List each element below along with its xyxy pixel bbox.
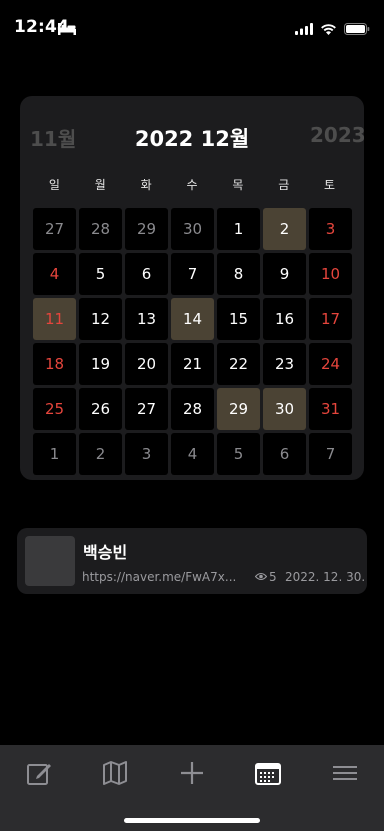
day-cell[interactable]: 15 — [217, 298, 260, 340]
weekday-mon: 월 — [94, 178, 106, 192]
post-list-item[interactable]: 백승빈 https://naver.me/FwA7x... 5 2022. 12… — [17, 528, 367, 594]
status-icons — [295, 20, 370, 39]
day-cell[interactable]: 16 — [263, 298, 306, 340]
post-thumbnail — [25, 536, 75, 586]
plus-icon[interactable] — [178, 759, 206, 787]
eye-icon — [254, 570, 268, 584]
map-icon[interactable] — [101, 759, 129, 787]
day-cell[interactable]: 30 — [171, 208, 214, 250]
wifi-icon — [320, 20, 337, 39]
day-cell[interactable]: 26 — [79, 388, 122, 430]
post-title: 백승빈 — [83, 543, 128, 562]
day-cell[interactable]: 20 — [125, 343, 168, 385]
day-cell[interactable]: 27 — [33, 208, 76, 250]
day-cell[interactable]: 17 — [309, 298, 352, 340]
day-cell[interactable]: 21 — [171, 343, 214, 385]
day-cell[interactable]: 30 — [263, 388, 306, 430]
day-cell[interactable]: 8 — [217, 253, 260, 295]
day-cell[interactable]: 6 — [263, 433, 306, 475]
day-cell[interactable]: 27 — [125, 388, 168, 430]
weekday-sun: 일 — [48, 178, 60, 192]
day-grid: 27 28 29 30 1 2 3 4 5 6 7 8 9 10 11 12 13 14 15 16 17 18 19 20 2… — [33, 208, 352, 475]
day-cell[interactable]: 5 — [79, 253, 122, 295]
weekday-header: 일 월 화 수 목 금 토 — [33, 176, 351, 193]
day-cell[interactable]: 29 — [217, 388, 260, 430]
day-cell[interactable]: 2 — [79, 433, 122, 475]
day-cell[interactable]: 5 — [217, 433, 260, 475]
post-date: 2022. 12. 30. — [285, 570, 366, 584]
status-bar: 12:44 — [0, 0, 384, 54]
weekday-fri: 금 — [278, 178, 290, 192]
day-cell[interactable]: 11 — [33, 298, 76, 340]
cellular-signal-icon — [295, 20, 313, 39]
calendar-card: 11월 2022 12월 2023 일 월 화 수 목 금 토 27 28 29 30… — [20, 96, 364, 480]
day-cell[interactable]: 10 — [309, 253, 352, 295]
weekday-wed: 수 — [186, 178, 198, 192]
day-cell[interactable]: 19 — [79, 343, 122, 385]
day-cell[interactable]: 23 — [263, 343, 306, 385]
day-cell[interactable]: 14 — [171, 298, 214, 340]
day-cell[interactable]: 4 — [171, 433, 214, 475]
day-cell[interactable]: 18 — [33, 343, 76, 385]
bed-icon — [58, 20, 76, 39]
day-cell[interactable]: 9 — [263, 253, 306, 295]
day-cell[interactable]: 7 — [309, 433, 352, 475]
day-cell[interactable]: 3 — [309, 208, 352, 250]
day-cell[interactable]: 28 — [79, 208, 122, 250]
day-cell[interactable]: 22 — [217, 343, 260, 385]
day-cell[interactable]: 28 — [171, 388, 214, 430]
day-cell[interactable]: 4 — [33, 253, 76, 295]
menu-icon[interactable] — [331, 759, 359, 787]
day-cell[interactable]: 7 — [171, 253, 214, 295]
post-views: 5 — [254, 570, 277, 584]
day-cell[interactable]: 12 — [79, 298, 122, 340]
weekday-tue: 화 — [140, 178, 152, 192]
post-view-count: 5 — [269, 570, 277, 584]
day-cell[interactable]: 2 — [263, 208, 306, 250]
day-cell[interactable]: 24 — [309, 343, 352, 385]
post-url: https://naver.me/FwA7x... — [82, 570, 237, 584]
day-cell[interactable]: 25 — [33, 388, 76, 430]
day-cell[interactable]: 1 — [33, 433, 76, 475]
day-cell[interactable]: 6 — [125, 253, 168, 295]
next-month-label[interactable]: 2023 — [310, 123, 364, 147]
weekday-thu: 목 — [232, 178, 244, 192]
day-cell[interactable]: 29 — [125, 208, 168, 250]
day-cell[interactable]: 13 — [125, 298, 168, 340]
month-header[interactable]: 11월 2022 12월 2023 — [20, 96, 364, 172]
day-cell[interactable]: 3 — [125, 433, 168, 475]
home-indicator — [124, 818, 260, 823]
day-cell[interactable]: 1 — [217, 208, 260, 250]
calendar-icon[interactable] — [254, 759, 282, 787]
day-cell[interactable]: 31 — [309, 388, 352, 430]
write-icon[interactable] — [25, 759, 53, 787]
battery-icon — [344, 20, 370, 39]
weekday-sat: 토 — [324, 178, 336, 192]
